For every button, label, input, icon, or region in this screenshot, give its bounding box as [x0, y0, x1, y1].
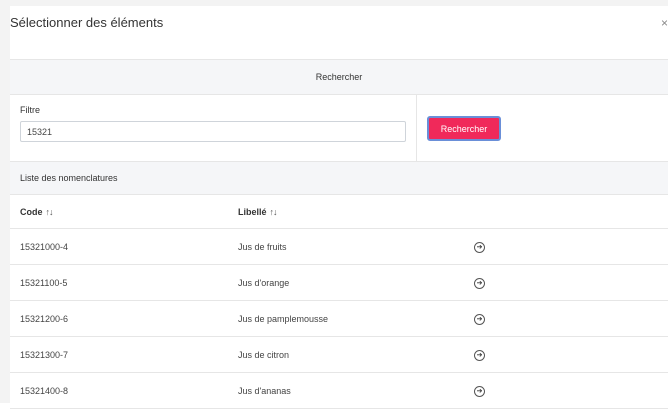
arrow-circle-right-icon[interactable]: ➔ [474, 349, 485, 361]
cell-label: Jus de pamplemousse [228, 300, 464, 337]
cell-action: ➔ [464, 372, 668, 409]
column-header-code[interactable]: Code ↑↓ [10, 195, 228, 229]
cell-action: ➔ [464, 264, 668, 301]
arrow-circle-right-icon[interactable]: ➔ [474, 385, 485, 397]
column-header-label[interactable]: Libellé ↑↓ [228, 195, 464, 229]
filter-field-group: Filtre [10, 95, 417, 161]
column-header-code-label: Code [20, 206, 43, 217]
cell-label: Jus de citron [228, 336, 464, 373]
table-row[interactable]: 15321100-5 Jus d'orange ➔ [10, 264, 668, 301]
cell-action: ➔ [464, 300, 668, 337]
list-section-header: Liste des nomenclatures [10, 162, 668, 195]
select-items-modal: Sélectionner des éléments × Rechercher F… [0, 0, 668, 409]
cell-code: 15321200-6 [10, 300, 228, 337]
arrow-circle-right-icon[interactable]: ➔ [474, 241, 485, 253]
cell-action: ➔ [464, 336, 668, 373]
arrow-circle-right-icon[interactable]: ➔ [474, 277, 485, 289]
cell-code: 15321000-4 [10, 228, 228, 265]
sort-icon[interactable]: ↑↓ [270, 207, 278, 217]
modal-header: Sélectionner des éléments × [10, 6, 668, 60]
filter-row: Filtre Rechercher [10, 95, 668, 162]
table-header-row: Code ↑↓ Libellé ↑↓ [10, 195, 668, 229]
nomenclature-table: Code ↑↓ Libellé ↑↓ 15321000-4 Jus de fruit… [10, 195, 668, 409]
table-row[interactable]: 15321000-4 Jus de fruits ➔ [10, 228, 668, 265]
cell-label: Jus d'orange [228, 264, 464, 301]
search-section-header: Rechercher [10, 60, 668, 95]
filter-input[interactable] [20, 121, 406, 142]
arrow-circle-right-icon[interactable]: ➔ [474, 313, 485, 325]
search-button[interactable]: Rechercher [427, 116, 501, 141]
cell-label: Jus de fruits [228, 228, 464, 265]
cell-code: 15321300-7 [10, 336, 228, 373]
cell-label: Jus d'ananas [228, 372, 464, 409]
cell-code: 15321400-8 [10, 372, 228, 409]
modal-title: Sélectionner des éléments [10, 15, 164, 30]
table-row[interactable]: 15321200-6 Jus de pamplemousse ➔ [10, 300, 668, 337]
sort-icon[interactable]: ↑↓ [46, 207, 54, 217]
cell-code: 15321100-5 [10, 264, 228, 301]
cell-action: ➔ [464, 228, 668, 265]
search-button-cell: Rechercher [417, 95, 668, 161]
table-row[interactable]: 15321300-7 Jus de citron ➔ [10, 336, 668, 373]
column-header-action [464, 195, 668, 229]
table-row[interactable]: 15321400-8 Jus d'ananas ➔ [10, 372, 668, 409]
filter-label: Filtre [20, 105, 40, 115]
close-icon[interactable]: × [661, 16, 668, 30]
column-header-label-label: Libellé [238, 206, 267, 217]
